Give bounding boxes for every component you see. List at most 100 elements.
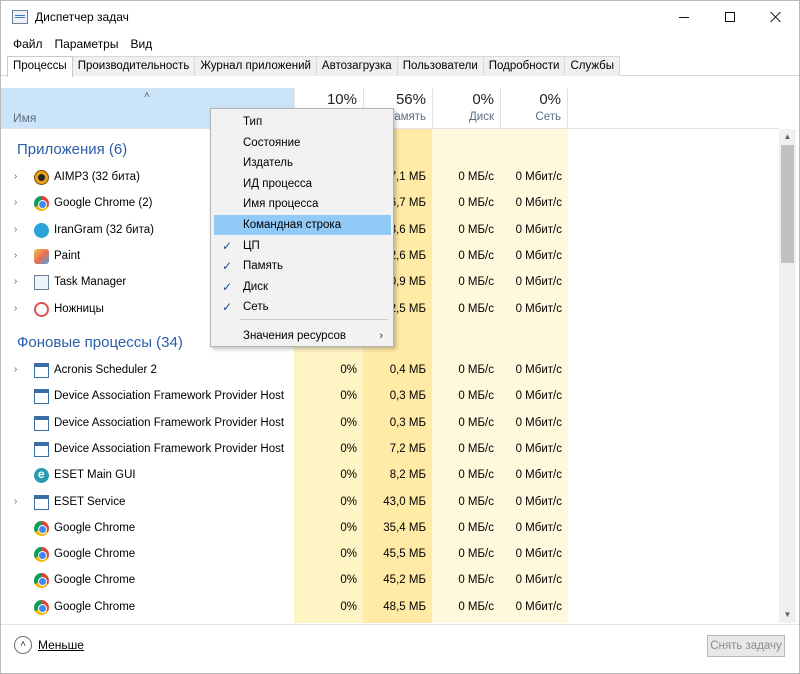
process-row[interactable]: Device Association Framework Provider Ho… bbox=[1, 411, 779, 437]
process-memory-value: 45,2 МБ bbox=[383, 574, 426, 587]
expand-chevron-icon[interactable]: › bbox=[14, 276, 17, 287]
process-network-value: 0 Мбит/с bbox=[515, 574, 562, 587]
context-menu-item[interactable]: ✓ Диск bbox=[214, 277, 391, 297]
process-row[interactable]: Google Chrome 0% 45,2 МБ 0 МБ/с 0 Мбит/с bbox=[1, 568, 779, 594]
context-menu-item[interactable]: Издатель bbox=[214, 153, 391, 173]
process-row[interactable]: Google Chrome 0% 35,4 МБ 0 МБ/с 0 Мбит/с bbox=[1, 516, 779, 542]
process-network-value: 0 Мбит/с bbox=[515, 495, 562, 508]
menu-options[interactable]: Параметры bbox=[49, 35, 125, 53]
disk-column-label: Диск bbox=[469, 111, 494, 123]
expand-chevron-icon[interactable]: › bbox=[14, 364, 17, 375]
end-task-button[interactable]: Снять задачу bbox=[707, 635, 785, 657]
process-disk-value: 0 МБ/с bbox=[458, 574, 494, 587]
submenu-arrow-icon: › bbox=[379, 330, 383, 342]
process-row[interactable]: Google Chrome 0% 48,5 МБ 0 МБ/с 0 Мбит/с bbox=[1, 595, 779, 621]
maximize-button[interactable] bbox=[707, 1, 753, 33]
menu-view[interactable]: Вид bbox=[124, 35, 158, 53]
process-network-value: 0 Мбит/с bbox=[515, 469, 562, 482]
process-network-value: 0 Мбит/с bbox=[515, 548, 562, 561]
task-manager-icon bbox=[34, 275, 49, 291]
tab-services[interactable]: Службы bbox=[564, 56, 621, 76]
process-row[interactable]: Google Chrome 0% 45,5 МБ 0 МБ/с 0 Мбит/с bbox=[1, 542, 779, 568]
process-network-value: 0 Мбит/с bbox=[515, 416, 562, 429]
process-disk-value: 0 МБ/с bbox=[458, 364, 494, 376]
context-menu-label: Состояние bbox=[243, 136, 301, 149]
tab-users[interactable]: Пользователи bbox=[396, 56, 484, 76]
process-cpu-value: 0% bbox=[340, 521, 357, 534]
chrome-icon bbox=[34, 547, 49, 563]
context-menu-item[interactable]: Командная строка bbox=[214, 215, 391, 235]
context-menu-label: ЦП bbox=[243, 239, 260, 252]
process-disk-value: 0 МБ/с bbox=[458, 249, 494, 262]
menu-file[interactable]: Файл bbox=[7, 35, 49, 53]
expand-chevron-icon[interactable]: › bbox=[14, 197, 17, 208]
process-row[interactable]: Device Association Framework Provider Ho… bbox=[1, 384, 779, 410]
context-menu-item[interactable]: ✓ Память bbox=[214, 256, 391, 276]
window-icon bbox=[34, 363, 49, 378]
tab-app-history[interactable]: Журнал приложений bbox=[194, 56, 317, 76]
vertical-scrollbar[interactable]: ▲ ▼ bbox=[779, 129, 796, 623]
process-disk-value: 0 МБ/с bbox=[458, 197, 494, 210]
scrollbar-thumb[interactable] bbox=[781, 145, 794, 263]
memory-total-percent: 56% bbox=[395, 91, 426, 108]
collapse-chevron-icon[interactable]: ˄ bbox=[14, 636, 32, 654]
tab-performance[interactable]: Производительность bbox=[71, 56, 196, 76]
context-menu-label: Диск bbox=[243, 280, 268, 293]
process-name: AIMP3 (32 бита) bbox=[54, 171, 140, 183]
context-menu-separator bbox=[240, 319, 388, 320]
context-menu-label: Имя процесса bbox=[243, 198, 319, 211]
process-cpu-value: 0% bbox=[340, 390, 357, 403]
expand-chevron-icon[interactable]: › bbox=[14, 303, 17, 314]
process-name: Google Chrome bbox=[54, 600, 136, 613]
process-network-value: 0 Мбит/с bbox=[515, 171, 562, 183]
maximize-icon bbox=[725, 12, 735, 22]
context-menu-item[interactable]: Имя процесса bbox=[214, 194, 391, 214]
expand-chevron-icon[interactable]: › bbox=[14, 171, 17, 182]
context-menu-label: Командная строка bbox=[243, 219, 342, 231]
minimize-button[interactable] bbox=[661, 1, 707, 33]
process-memory-value: 48,5 МБ bbox=[383, 600, 426, 613]
scroll-down-arrow-icon[interactable]: ▼ bbox=[779, 607, 796, 623]
context-menu-item[interactable]: ✓ Сеть bbox=[214, 297, 391, 317]
process-cpu-value: 0% bbox=[340, 469, 357, 482]
menu-bar: Файл Параметры Вид bbox=[7, 35, 158, 53]
column-header-network[interactable]: 0% Сеть bbox=[500, 88, 568, 128]
process-name: Paint bbox=[54, 249, 81, 262]
minimize-icon bbox=[679, 16, 689, 18]
context-menu-item[interactable]: Состояние bbox=[214, 133, 391, 153]
column-context-menu: Значения ресурсов › Тип Состояние Издатель… bbox=[210, 108, 394, 347]
context-menu-item[interactable]: ИД процесса bbox=[214, 174, 391, 194]
process-cpu-value: 0% bbox=[340, 442, 357, 455]
expand-chevron-icon[interactable]: › bbox=[14, 496, 17, 507]
process-disk-value: 0 МБ/с bbox=[458, 223, 494, 236]
process-cpu-value: 0% bbox=[340, 495, 357, 508]
fewer-details-link[interactable]: Меньше bbox=[38, 638, 84, 652]
process-memory-value: 43,0 МБ bbox=[383, 495, 426, 508]
process-disk-value: 0 МБ/с bbox=[458, 442, 494, 455]
scroll-up-arrow-icon[interactable]: ▲ bbox=[779, 129, 796, 145]
expand-chevron-icon[interactable]: › bbox=[14, 250, 17, 261]
expand-chevron-icon[interactable]: › bbox=[14, 224, 17, 235]
tab-details[interactable]: Подробности bbox=[482, 56, 566, 76]
close-button[interactable] bbox=[753, 1, 799, 33]
process-row[interactable]: › ESET Service 0% 43,0 МБ 0 МБ/с 0 Мбит/с bbox=[1, 490, 779, 516]
process-disk-value: 0 МБ/с bbox=[458, 469, 494, 482]
network-column-label: Сеть bbox=[535, 111, 561, 123]
process-network-value: 0 Мбит/с bbox=[515, 197, 562, 210]
chrome-icon bbox=[34, 599, 49, 615]
process-row[interactable]: Device Association Framework Provider Ho… bbox=[1, 437, 779, 463]
aimp-icon bbox=[34, 170, 49, 185]
context-menu-item[interactable]: ✓ ЦП bbox=[214, 236, 391, 256]
process-row[interactable]: › Acronis Scheduler 2 0% 0,4 МБ 0 МБ/с 0 Мбит… bbox=[1, 358, 779, 384]
process-network-value: 0 Мбит/с bbox=[515, 442, 562, 455]
context-menu-resource-values[interactable]: Значения ресурсов › bbox=[214, 326, 391, 346]
process-row[interactable]: ESET Main GUI 0% 8,2 МБ 0 МБ/с 0 Мбит/с bbox=[1, 463, 779, 489]
context-menu-item[interactable]: Тип bbox=[214, 112, 391, 132]
tab-processes[interactable]: Процессы bbox=[7, 56, 73, 77]
tab-startup[interactable]: Автозагрузка bbox=[315, 56, 398, 76]
column-header-disk[interactable]: 0% Диск bbox=[432, 88, 500, 128]
chrome-icon bbox=[34, 573, 49, 589]
process-disk-value: 0 МБ/с bbox=[458, 302, 494, 315]
group-apps-title: Приложения (6) bbox=[17, 141, 128, 158]
task-manager-window: Диспетчер задач Файл Параметры Вид Проце… bbox=[0, 0, 800, 674]
